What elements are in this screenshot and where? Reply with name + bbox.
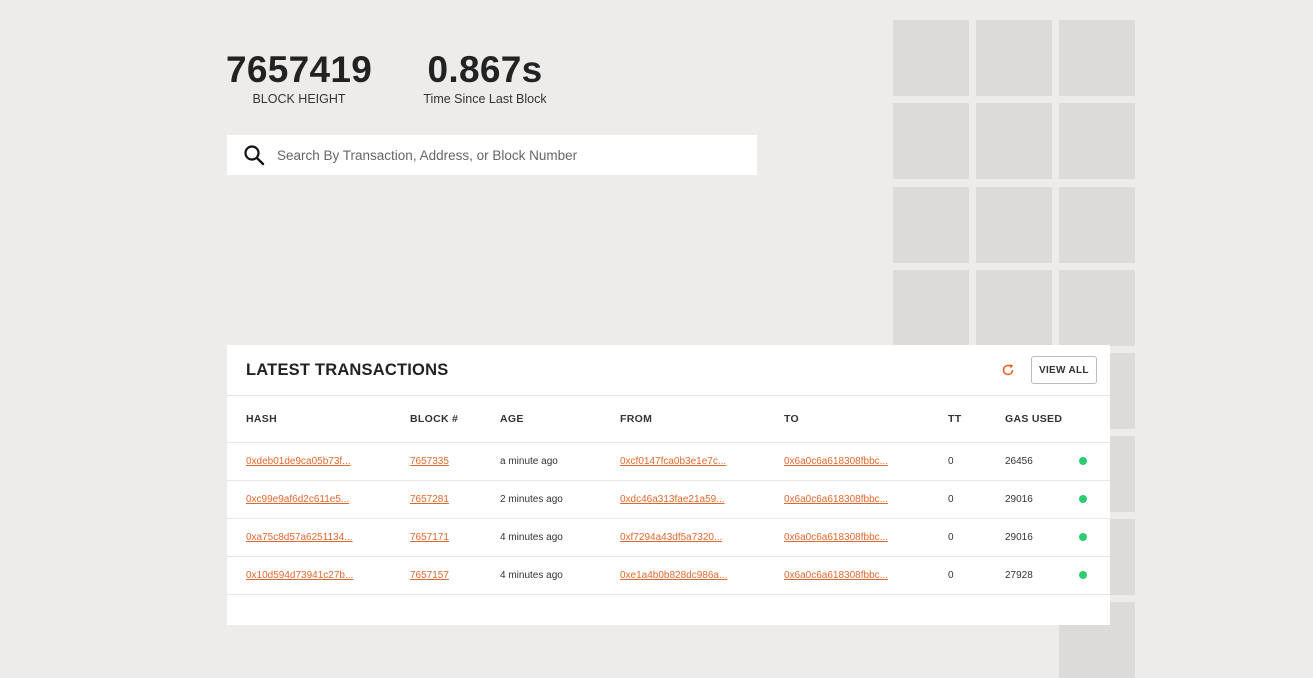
- block-number-link[interactable]: 7657281: [410, 494, 449, 505]
- from-address-link[interactable]: 0xe1a4b0b828dc986a...: [620, 570, 727, 581]
- time-since-last-block-stat: 0.867s Time Since Last Block: [420, 49, 550, 107]
- search-icon[interactable]: [241, 142, 267, 168]
- refresh-icon[interactable]: [1000, 362, 1016, 378]
- transaction-hash-link[interactable]: 0x10d594d73941c27b...: [246, 570, 353, 581]
- table-row: 0xc99e9af6d2c611e5... 7657281 2 minutes …: [227, 481, 1110, 519]
- to-address-link[interactable]: 0x6a0c6a618308fbbc...: [784, 456, 888, 467]
- gas-used: 27928: [1005, 570, 1033, 581]
- to-address-link[interactable]: 0x6a0c6a618308fbbc...: [784, 570, 888, 581]
- from-address-link[interactable]: 0xf7294a43df5a7320...: [620, 532, 722, 543]
- gas-used: 29016: [1005, 532, 1033, 543]
- from-address-link[interactable]: 0xdc46a313fae21a59...: [620, 494, 725, 505]
- tile: [976, 103, 1052, 179]
- status-success-dot: [1079, 571, 1087, 579]
- view-all-button[interactable]: VIEW ALL: [1031, 356, 1097, 384]
- block-height-stat: 7657419 BLOCK HEIGHT: [226, 49, 373, 107]
- tile: [893, 187, 969, 263]
- block-number-link[interactable]: 7657157: [410, 570, 449, 581]
- table-row: 0xdeb01de9ca05b73f... 7657335 a minute a…: [227, 443, 1110, 481]
- transaction-hash-link[interactable]: 0xdeb01de9ca05b73f...: [246, 456, 351, 467]
- gas-used: 29016: [1005, 494, 1033, 505]
- to-address-link[interactable]: 0x6a0c6a618308fbbc...: [784, 532, 888, 543]
- panel-title: LATEST TRANSACTIONS: [246, 361, 449, 379]
- transaction-type: 0: [948, 456, 954, 467]
- transaction-age: a minute ago: [500, 456, 558, 467]
- transaction-type: 0: [948, 570, 954, 581]
- table-header: HASH BLOCK # AGE FROM TO TT GAS USED: [227, 396, 1110, 443]
- status-success-dot: [1079, 495, 1087, 503]
- column-header-hash[interactable]: HASH: [246, 413, 277, 425]
- block-height-label: BLOCK HEIGHT: [252, 92, 346, 106]
- tile: [1059, 20, 1135, 96]
- tile: [893, 270, 969, 346]
- tile: [976, 20, 1052, 96]
- time-since-label: Time Since Last Block: [423, 92, 547, 106]
- transaction-type: 0: [948, 532, 954, 543]
- block-number-link[interactable]: 7657335: [410, 456, 449, 467]
- table-row: 0x10d594d73941c27b... 7657157 4 minutes …: [227, 557, 1110, 595]
- block-number-link[interactable]: 7657171: [410, 532, 449, 543]
- transaction-age: 4 minutes ago: [500, 570, 563, 581]
- search-bar: [227, 135, 757, 175]
- transaction-type: 0: [948, 494, 954, 505]
- tile: [893, 103, 969, 179]
- time-since-value: 0.867s: [427, 49, 543, 90]
- transaction-age: 4 minutes ago: [500, 532, 563, 543]
- tile: [1059, 270, 1135, 346]
- column-header-age[interactable]: AGE: [500, 413, 524, 425]
- block-height-value: 7657419: [226, 49, 373, 90]
- search-input[interactable]: [275, 146, 757, 164]
- tile: [1059, 103, 1135, 179]
- transaction-age: 2 minutes ago: [500, 494, 563, 505]
- table-row: 0xa75c8d57a6251134... 7657171 4 minutes …: [227, 519, 1110, 557]
- tile: [893, 20, 969, 96]
- panel-header: LATEST TRANSACTIONS VIEW ALL: [227, 345, 1110, 396]
- transaction-hash-link[interactable]: 0xa75c8d57a6251134...: [246, 532, 353, 543]
- status-success-dot: [1079, 457, 1087, 465]
- from-address-link[interactable]: 0xcf0147fca0b3e1e7c...: [620, 456, 726, 467]
- column-header-tt[interactable]: TT: [948, 413, 961, 425]
- column-header-to[interactable]: TO: [784, 413, 799, 425]
- transaction-hash-link[interactable]: 0xc99e9af6d2c611e5...: [246, 494, 349, 505]
- gas-used: 26456: [1005, 456, 1033, 467]
- column-header-gas-used[interactable]: GAS USED: [1005, 413, 1062, 425]
- column-header-from[interactable]: FROM: [620, 413, 652, 425]
- tile: [976, 187, 1052, 263]
- tile: [976, 270, 1052, 346]
- status-success-dot: [1079, 533, 1087, 541]
- tile: [1059, 187, 1135, 263]
- latest-transactions-panel: LATEST TRANSACTIONS VIEW ALL HASH BLOCK …: [227, 345, 1110, 625]
- to-address-link[interactable]: 0x6a0c6a618308fbbc...: [784, 494, 888, 505]
- column-header-block[interactable]: BLOCK #: [410, 413, 458, 425]
